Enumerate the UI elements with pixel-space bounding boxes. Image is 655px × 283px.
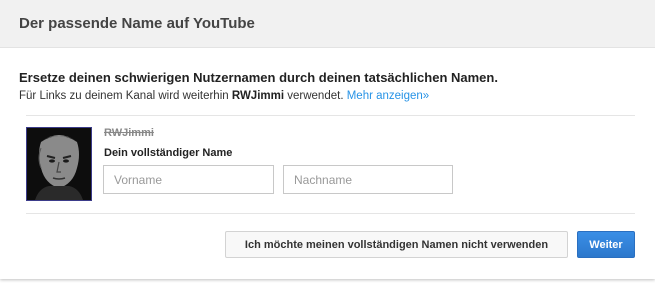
continue-button[interactable]: Weiter xyxy=(577,231,635,258)
divider-bottom xyxy=(26,213,635,214)
subtext-username: RWJimmi xyxy=(231,90,285,102)
dialog-body: Ersetze deinen schwierigen Nutzernamen d… xyxy=(0,48,655,102)
first-name-input[interactable] xyxy=(103,165,274,194)
last-name-input[interactable] xyxy=(283,165,453,194)
old-username: RWJimmi xyxy=(104,127,154,139)
name-dialog: Der passende Name auf YouTube Ersetze de… xyxy=(0,0,655,279)
avatar-image xyxy=(27,128,91,200)
dialog-subtext: Für Links zu deinem Kanal wird weiterhin… xyxy=(19,90,636,102)
subtext-prefix: Für Links zu deinem Kanal wird weiterhin xyxy=(19,90,232,102)
dialog-header: Der passende Name auf YouTube xyxy=(0,0,655,48)
divider-top xyxy=(26,115,635,116)
avatar xyxy=(26,127,92,201)
decline-full-name-button[interactable]: Ich möchte meinen vollständigen Namen ni… xyxy=(225,231,568,258)
dialog-title: Der passende Name auf YouTube xyxy=(19,15,255,32)
full-name-label: Dein vollständiger Name xyxy=(104,147,233,159)
more-link[interactable]: Mehr anzeigen» xyxy=(347,90,429,102)
dialog-headline: Ersetze deinen schwierigen Nutzernamen d… xyxy=(19,70,498,85)
subtext-suffix: verwendet. xyxy=(284,90,347,102)
